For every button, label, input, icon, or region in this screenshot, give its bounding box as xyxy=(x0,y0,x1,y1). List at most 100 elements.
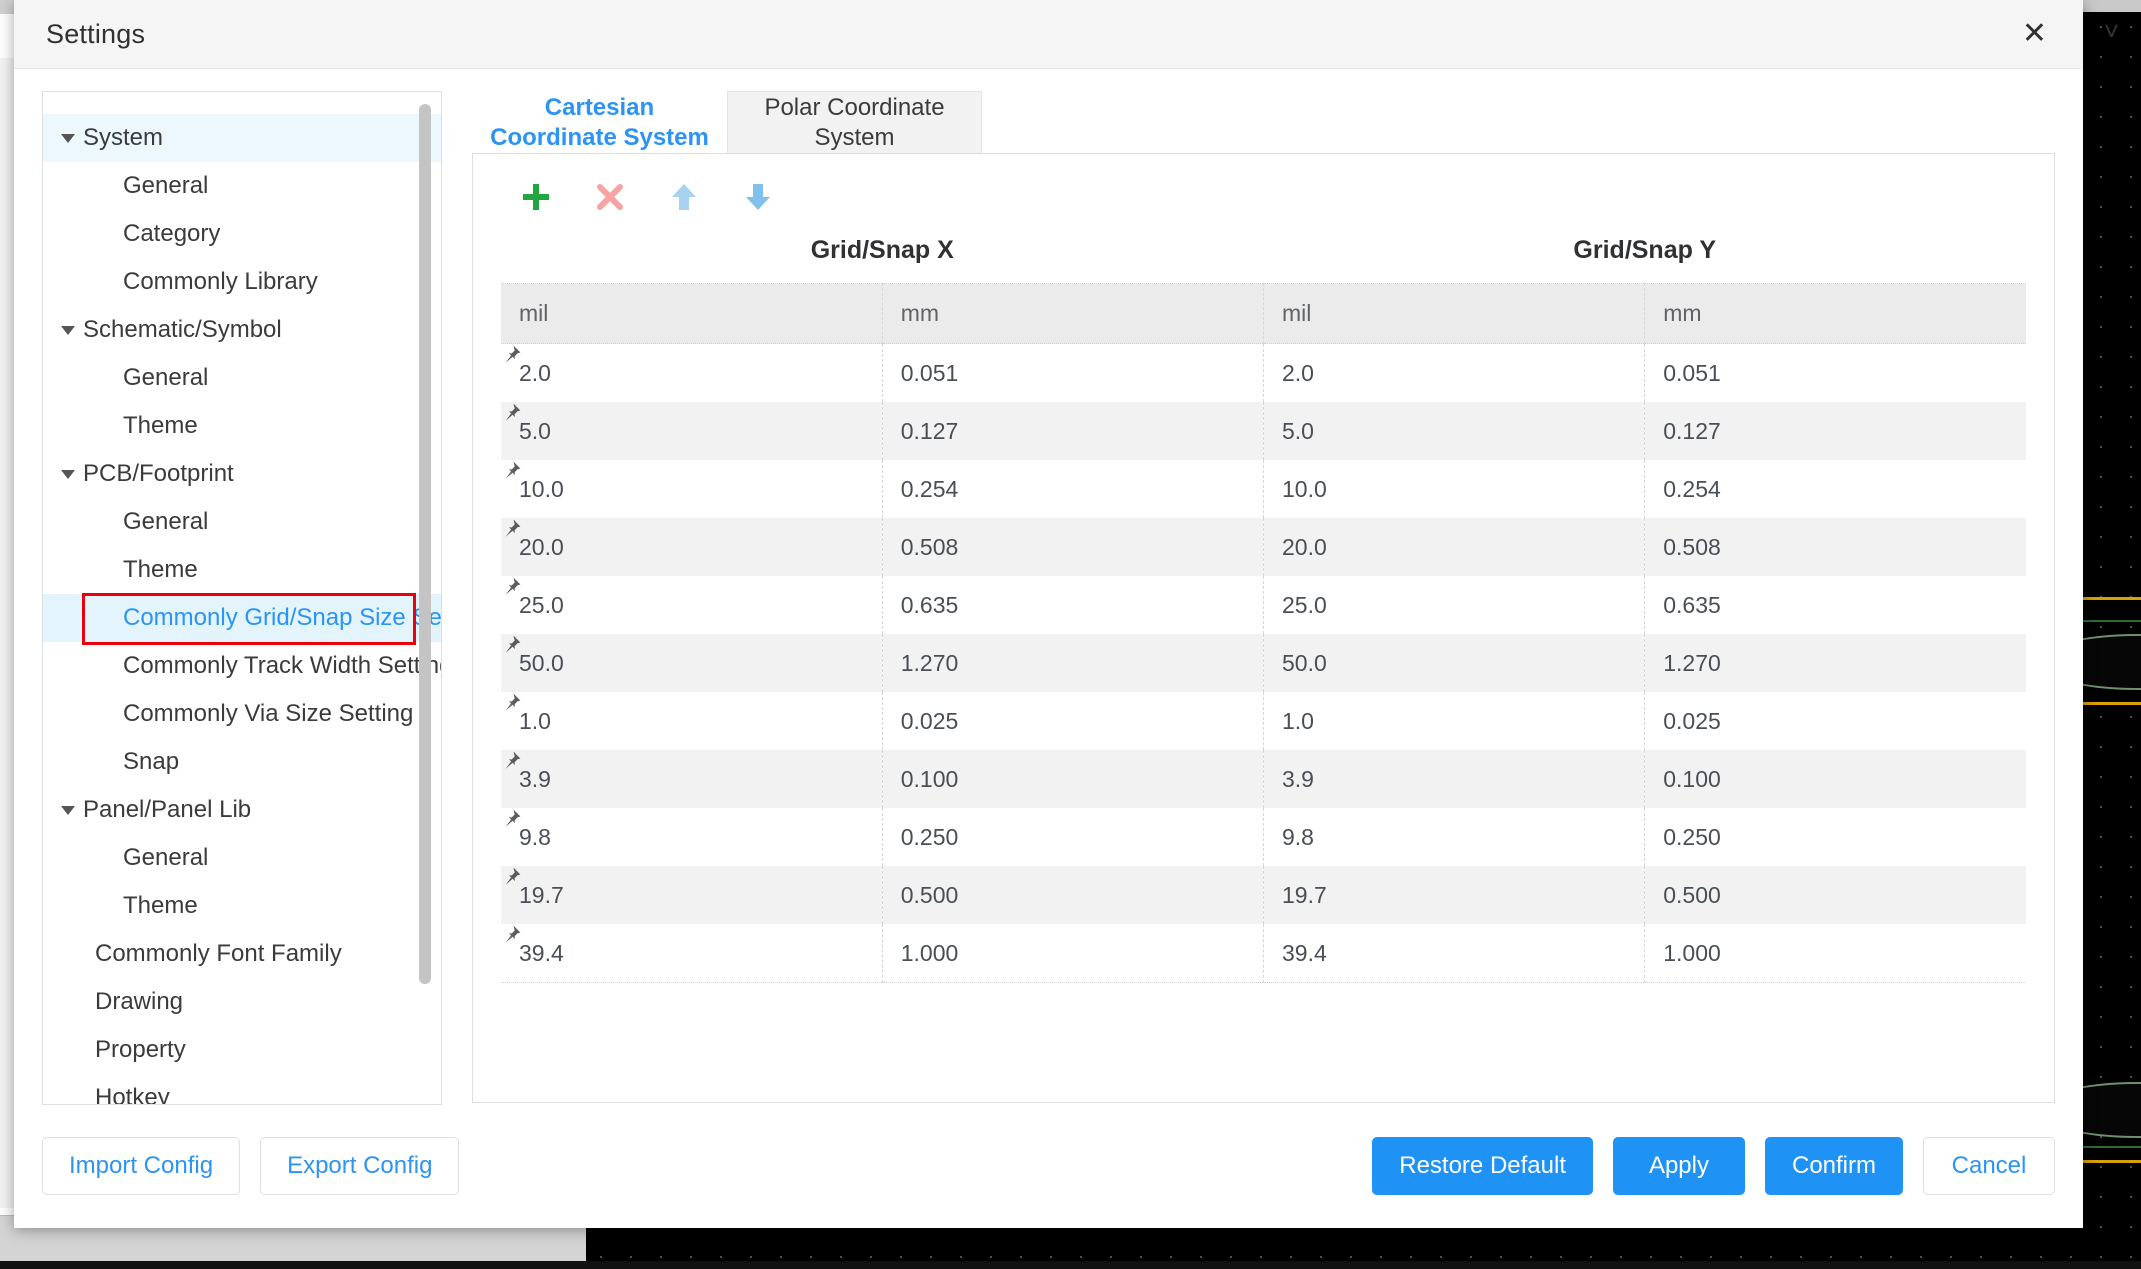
sidebar-item-category[interactable]: Category xyxy=(43,210,441,258)
add-icon[interactable] xyxy=(515,176,557,218)
sidebar-item-property[interactable]: Property xyxy=(43,1026,441,1074)
table-cell[interactable]: 3.9 xyxy=(1263,750,1646,808)
sidebar-item-snap[interactable]: Snap xyxy=(43,738,441,786)
caret-down-icon[interactable] xyxy=(55,801,81,819)
table-cell[interactable]: 0.051 xyxy=(882,343,1265,402)
tab-polar-coordinate-system[interactable]: Polar Coordinate System xyxy=(727,91,982,153)
table-cell[interactable]: 5.0 xyxy=(501,402,883,460)
cancel-button[interactable]: Cancel xyxy=(1923,1136,2055,1195)
table-cell[interactable]: 0.254 xyxy=(882,460,1265,518)
table-cell[interactable]: 0.500 xyxy=(1645,866,2026,924)
table-cell[interactable]: 0.500 xyxy=(882,866,1265,924)
close-icon[interactable]: ✕ xyxy=(2014,15,2055,53)
table-row[interactable]: 10.0 0.254 10.0 0.254 xyxy=(501,460,2026,518)
table-cell[interactable]: 10.0 xyxy=(1263,460,1646,518)
table-cell[interactable]: 0.051 xyxy=(1645,344,2026,403)
table-cell[interactable]: 19.7 xyxy=(1263,866,1646,924)
sidebar-item-theme[interactable]: Theme xyxy=(43,882,441,930)
table-cell[interactable]: 5.0 xyxy=(1263,402,1646,460)
table-cell[interactable]: 39.4 xyxy=(501,924,883,983)
sidebar-item-system[interactable]: System xyxy=(43,114,441,162)
sidebar-item-pcb-footprint[interactable]: PCB/Footprint xyxy=(43,450,441,498)
delete-icon[interactable] xyxy=(589,176,631,218)
pin-icon[interactable] xyxy=(502,576,524,598)
pin-icon[interactable] xyxy=(502,634,524,656)
sidebar-item-commonly-font-family[interactable]: Commonly Font Family xyxy=(43,930,441,978)
sidebar-item-theme[interactable]: Theme xyxy=(43,546,441,594)
pin-icon[interactable] xyxy=(502,460,524,482)
table-cell[interactable]: 0.025 xyxy=(1645,692,2026,750)
table-cell[interactable]: 1.000 xyxy=(1644,924,2026,983)
table-cell[interactable]: 20.0 xyxy=(1263,518,1646,576)
pin-icon[interactable] xyxy=(502,808,524,830)
caret-down-icon[interactable] xyxy=(55,465,81,483)
confirm-button[interactable]: Confirm xyxy=(1764,1136,1903,1195)
table-row[interactable]: 25.0 0.635 25.0 0.635 xyxy=(501,576,2026,634)
sidebar-scrollbar[interactable] xyxy=(419,104,431,984)
table-cell[interactable]: 0.508 xyxy=(882,518,1265,576)
table-cell[interactable]: 9.8 xyxy=(501,808,883,866)
table-cell[interactable]: 20.0 xyxy=(501,518,883,576)
pin-icon[interactable] xyxy=(502,344,524,366)
table-cell[interactable]: 3.9 xyxy=(501,750,883,808)
move-down-icon[interactable] xyxy=(737,176,779,218)
table-row[interactable]: 9.8 0.250 9.8 0.250 xyxy=(501,808,2026,866)
table-row[interactable]: 3.9 0.100 3.9 0.100 xyxy=(501,750,2026,808)
sidebar-item-drawing[interactable]: Drawing xyxy=(43,978,441,1026)
table-cell[interactable]: 0.508 xyxy=(1645,518,2026,576)
pin-icon[interactable] xyxy=(502,402,524,424)
table-row[interactable]: 1.0 0.025 1.0 0.025 xyxy=(501,692,2026,750)
table-cell[interactable]: 39.4 xyxy=(1263,924,1646,983)
sidebar-item-general[interactable]: General xyxy=(43,354,441,402)
pin-icon[interactable] xyxy=(502,924,524,946)
table-row[interactable]: 2.0 0.051 2.0 0.051 xyxy=(501,343,2026,403)
table-cell[interactable]: 0.100 xyxy=(1645,750,2026,808)
table-cell[interactable]: 10.0 xyxy=(501,460,883,518)
table-cell[interactable]: 1.000 xyxy=(882,924,1265,983)
table-cell[interactable]: 50.0 xyxy=(1263,634,1646,692)
table-row[interactable]: 39.4 1.000 39.4 1.000 xyxy=(501,924,2026,983)
sidebar-item-schematic-symbol[interactable]: Schematic/Symbol xyxy=(43,306,441,354)
table-cell[interactable]: 9.8 xyxy=(1263,808,1646,866)
export-config-button[interactable]: Export Config xyxy=(260,1136,460,1195)
table-cell[interactable]: 0.250 xyxy=(1645,808,2026,866)
table-row[interactable]: 19.7 0.500 19.7 0.500 xyxy=(501,866,2026,924)
table-row[interactable]: 20.0 0.508 20.0 0.508 xyxy=(501,518,2026,576)
caret-down-icon[interactable] xyxy=(55,321,81,339)
table-cell[interactable]: 1.0 xyxy=(1263,692,1646,750)
table-cell[interactable]: 25.0 xyxy=(1263,576,1646,634)
pin-icon[interactable] xyxy=(502,692,524,714)
chevron-down-icon[interactable]: ˅ xyxy=(2104,18,2119,44)
sidebar-item-commonly-track-width-setting[interactable]: Commonly Track Width Setting xyxy=(43,642,441,690)
table-row[interactable]: 50.0 1.270 50.0 1.270 xyxy=(501,634,2026,692)
table-row[interactable]: 5.0 0.127 5.0 0.127 xyxy=(501,402,2026,460)
table-cell[interactable]: 1.0 xyxy=(501,692,883,750)
pin-icon[interactable] xyxy=(502,518,524,540)
sidebar-item-general[interactable]: General xyxy=(43,834,441,882)
table-cell[interactable]: 0.127 xyxy=(882,402,1265,460)
pin-icon[interactable] xyxy=(502,750,524,772)
table-cell[interactable]: 2.0 xyxy=(501,343,883,402)
tab-cartesian-coordinate-system[interactable]: Cartesian Coordinate System xyxy=(472,91,727,153)
table-cell[interactable]: 0.025 xyxy=(882,692,1265,750)
sidebar-item-general[interactable]: General xyxy=(43,162,441,210)
restore-default-button[interactable]: Restore Default xyxy=(1372,1136,1593,1195)
table-cell[interactable]: 19.7 xyxy=(501,866,883,924)
sidebar-item-commonly-via-size-setting[interactable]: Commonly Via Size Setting xyxy=(43,690,441,738)
table-cell[interactable]: 25.0 xyxy=(501,576,883,634)
pin-icon[interactable] xyxy=(502,866,524,888)
table-cell[interactable]: 0.100 xyxy=(882,750,1265,808)
sidebar-item-commonly-grid-snap-size-setting[interactable]: Commonly Grid/Snap Size Setting xyxy=(43,594,441,642)
table-cell[interactable]: 0.635 xyxy=(1645,576,2026,634)
table-cell[interactable]: 0.250 xyxy=(882,808,1265,866)
sidebar-item-hotkey[interactable]: Hotkey xyxy=(43,1074,441,1104)
sidebar-item-general[interactable]: General xyxy=(43,498,441,546)
move-up-icon[interactable] xyxy=(663,176,705,218)
sidebar-item-commonly-library[interactable]: Commonly Library xyxy=(43,258,441,306)
import-config-button[interactable]: Import Config xyxy=(42,1136,241,1195)
table-cell[interactable]: 50.0 xyxy=(501,634,883,692)
table-cell[interactable]: 0.127 xyxy=(1645,402,2026,460)
table-cell[interactable]: 0.635 xyxy=(882,576,1265,634)
sidebar-item-panel-panel-lib[interactable]: Panel/Panel Lib xyxy=(43,786,441,834)
table-cell[interactable]: 1.270 xyxy=(882,634,1265,692)
